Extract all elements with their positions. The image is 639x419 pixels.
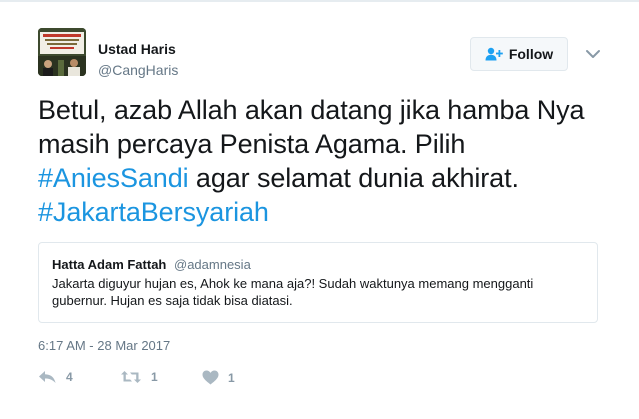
quote-header: Hatta Adam Fattah @adamnesia <box>52 256 584 273</box>
reply-button[interactable]: 4 <box>38 370 73 384</box>
follow-label: Follow <box>508 46 554 62</box>
quote-text-line-2: gubernur. Hujan es saja tidak bisa diata… <box>52 293 293 308</box>
like-button[interactable]: 1 <box>202 370 235 385</box>
hashtag-link-jakartabersyariah[interactable]: #JakartaBersyariah <box>38 197 269 227</box>
tweet-line-3-rest: agar selamat dunia akhirat. <box>188 163 519 193</box>
retweet-button[interactable]: 1 <box>120 370 158 384</box>
tweet-line-2: masih percaya Penista Agama. Pilih <box>38 129 466 159</box>
hashtag-link-aniessandi[interactable]: #AniesSandi <box>38 163 189 193</box>
tweet-card: Ustad Haris @CangHaris Follow Betul, aza… <box>0 0 639 419</box>
display-name[interactable]: Ustad Haris <box>98 40 178 58</box>
quoted-tweet[interactable]: Hatta Adam Fattah @adamnesia Jakarta dig… <box>38 242 598 323</box>
person-add-icon <box>485 47 503 61</box>
quote-text: Jakarta diguyur hujan es, Ahok ke mana a… <box>52 275 584 309</box>
tweet-line-4: #JakartaBersyariah <box>38 195 618 229</box>
tweet-timestamp[interactable]: 6:17 AM - 28 Mar 2017 <box>38 338 170 353</box>
user-info: Ustad Haris @CangHaris <box>98 40 178 79</box>
reply-icon <box>39 371 56 383</box>
retweet-icon <box>121 371 141 383</box>
top-divider <box>0 0 639 2</box>
heart-icon <box>202 370 219 385</box>
tweet-line-3: #AniesSandi agar selamat dunia akhirat. <box>38 161 618 195</box>
retweet-count: 1 <box>151 370 158 384</box>
avatar[interactable] <box>38 28 86 76</box>
quote-author-handle: @adamnesia <box>174 257 251 272</box>
follow-button[interactable]: Follow <box>470 37 568 71</box>
event-banner-avatar-icon <box>38 28 86 76</box>
quote-author-name: Hatta Adam Fattah <box>52 257 167 272</box>
chevron-down-icon[interactable] <box>584 45 602 63</box>
reply-count: 4 <box>66 370 73 384</box>
like-count: 1 <box>228 370 235 385</box>
tweet-text: Betul, azab Allah akan datang jika hamba… <box>38 93 618 229</box>
tweet-line-1: Betul, azab Allah akan datang jika hamba… <box>38 95 585 125</box>
screen-name[interactable]: @CangHaris <box>98 61 178 79</box>
quote-text-line-1: Jakarta diguyur hujan es, Ahok ke mana a… <box>52 276 534 291</box>
